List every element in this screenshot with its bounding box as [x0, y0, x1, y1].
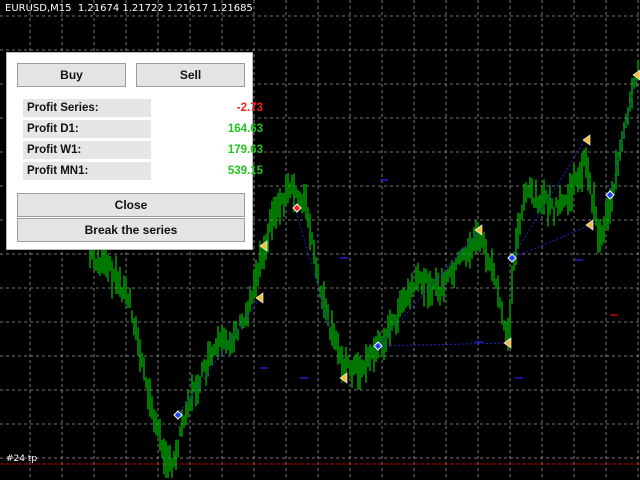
break-series-button[interactable]: Break the series	[17, 218, 245, 242]
trade-connector-line	[511, 221, 599, 259]
profit-series-label: Profit Series:	[23, 99, 151, 117]
exit-marker	[582, 134, 591, 146]
sell-button[interactable]: Sell	[136, 63, 245, 87]
profit-mn1-row: Profit MN1: 539.15	[17, 162, 263, 180]
profit-w1-value: 179.63	[227, 144, 263, 156]
trade-connector-line	[377, 342, 509, 347]
profit-d1-row: Profit D1: 164.63	[17, 120, 263, 138]
profit-mn1-label: Profit MN1:	[23, 162, 151, 180]
buy-button[interactable]: Buy	[17, 63, 126, 87]
trade-connector-line	[609, 69, 639, 196]
buy-entry-marker	[373, 341, 383, 351]
buy-entry-marker	[605, 190, 615, 200]
buy-entry-marker	[173, 410, 183, 420]
trade-panel: Buy Sell Profit Series: -2.73 Profit D1:…	[6, 52, 263, 250]
exit-marker	[255, 292, 264, 304]
profit-d1-value: 164.63	[227, 123, 263, 135]
close-button[interactable]: Close	[17, 193, 245, 217]
profit-series-row: Profit Series: -2.73	[17, 99, 263, 117]
symbol-timeframe: EURUSD,M15	[5, 3, 72, 14]
profit-series-value: -2.73	[236, 102, 263, 114]
buy-entry-marker	[507, 253, 517, 263]
profit-mn1-value: 539.15	[227, 165, 263, 177]
chart-symbol-info: EURUSD,M15 1.21674 1.21722 1.21617 1.216…	[5, 3, 253, 14]
take-profit-label: #24 tp	[6, 454, 38, 464]
exit-marker	[585, 219, 594, 231]
trade-connector-line	[294, 207, 331, 329]
ohlc-prices: 1.21674 1.21722 1.21617 1.21685	[77, 3, 253, 14]
profit-w1-label: Profit W1:	[23, 141, 151, 159]
profit-d1-label: Profit D1:	[23, 120, 151, 138]
profit-w1-row: Profit W1: 179.63	[17, 141, 263, 159]
